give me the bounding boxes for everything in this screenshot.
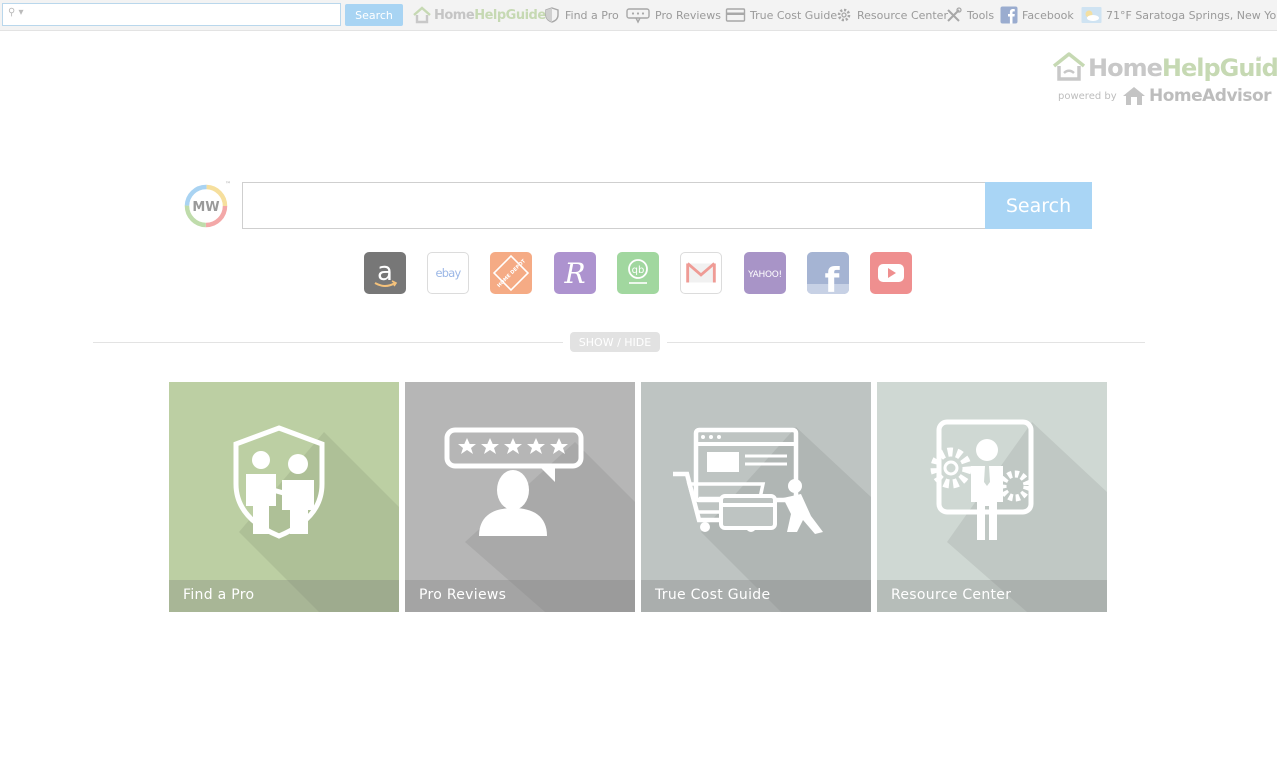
- toolbar-pro-reviews-label: Pro Reviews: [655, 8, 721, 22]
- tile-find-a-pro[interactable]: Find a Pro: [169, 382, 399, 612]
- gear-person-icon: [930, 419, 1034, 540]
- main-search-input[interactable]: [243, 183, 986, 228]
- quicklink-facebook[interactable]: f: [807, 252, 849, 294]
- gear-icon: [837, 8, 851, 22]
- homehelpguide-brand-logo[interactable]: HomeHelpGuide ™ powered by HomeAdvisor: [1052, 50, 1277, 110]
- quickbooks-icon-text: qb: [632, 265, 645, 276]
- toolbar-search-input[interactable]: [27, 6, 331, 24]
- toolbar-resource-center[interactable]: Resource Center: [835, 5, 948, 25]
- review-person-icon: [444, 427, 584, 536]
- reverb-icon-text: R: [563, 257, 585, 290]
- yahoo-icon: YAHOO!: [747, 270, 782, 280]
- facebook-icon-text: f: [825, 261, 841, 294]
- facebook-icon: [1000, 6, 1018, 24]
- toolbar-logo-home: Home: [434, 7, 475, 23]
- quicklink-amazon[interactable]: a: [364, 252, 406, 294]
- tools-icon: [947, 7, 962, 22]
- amazon-icon: a: [374, 257, 398, 287]
- divider-left: [93, 342, 563, 343]
- facebook-icon: f: [807, 261, 849, 294]
- tile-resource-center-label: Resource Center: [891, 587, 1012, 603]
- quicklink-home-depot[interactable]: HOME DEPOT: [490, 252, 532, 294]
- homeadvisor-logo: HomeAdvisor: [1122, 86, 1272, 106]
- mw-logo-text: MW: [192, 200, 219, 215]
- toolbar-resource-center-label: Resource Center: [857, 8, 948, 22]
- show-hide-button[interactable]: SHOW / HIDE: [570, 332, 660, 352]
- toolbar-weather-label: 71°F Saratoga Springs, New York: [1106, 8, 1277, 22]
- browser-toolbar: ⚲ ▾ Search HomeHelpGuide Find a Pro Pro …: [0, 0, 1277, 31]
- ebay-icon: ebay: [436, 266, 463, 280]
- house-logo-icon: [413, 6, 431, 24]
- brand-trademark: ™: [1256, 56, 1262, 63]
- tile-pro-reviews[interactable]: Pro Reviews: [405, 382, 635, 612]
- toolbar-search-box[interactable]: ⚲ ▾: [2, 3, 341, 26]
- toolbar-facebook[interactable]: Facebook: [1000, 5, 1074, 25]
- home-depot-icon: HOME DEPOT: [492, 254, 530, 292]
- tile-find-a-pro-label: Find a Pro: [183, 587, 255, 603]
- tile-true-cost-guide-label: True Cost Guide: [655, 587, 771, 603]
- toolbar-true-cost-guide[interactable]: True Cost Guide: [725, 5, 837, 25]
- toolbar-logo-text: HomeHelpGuide: [434, 8, 546, 23]
- quicklink-gmail[interactable]: [680, 252, 722, 294]
- quicklink-youtube[interactable]: [870, 252, 912, 294]
- toolbar-pro-reviews[interactable]: Pro Reviews: [625, 5, 721, 25]
- mw-trademark: ™: [225, 181, 231, 188]
- quicklink-ebay[interactable]: ebay: [427, 252, 469, 294]
- amazon-icon-text: a: [377, 257, 393, 287]
- main-search-box[interactable]: [242, 182, 986, 229]
- weather-icon: [1081, 7, 1102, 23]
- toolbar-tools[interactable]: Tools: [945, 5, 994, 25]
- mw-logo-icon: MW: [184, 184, 228, 228]
- tile-pro-reviews-label: Pro Reviews: [419, 587, 507, 603]
- toolbar-logo-helpguide: HelpGuide: [474, 7, 546, 23]
- quicklink-yahoo[interactable]: YAHOO!: [744, 252, 786, 294]
- quicklink-quickbooks[interactable]: qb: [617, 252, 659, 294]
- home-depot-icon-text: HOME DEPOT: [496, 258, 527, 289]
- toolbar-logo[interactable]: HomeHelpGuide: [412, 5, 546, 25]
- yahoo-icon-text: YAHOO!: [747, 270, 782, 280]
- toolbar-weather[interactable]: 71°F Saratoga Springs, New York: [1081, 5, 1277, 25]
- review-bubble-icon: [626, 8, 650, 24]
- reverb-icon: R: [563, 257, 585, 290]
- toolbar-tools-label: Tools: [967, 8, 995, 22]
- brand-title: HomeHelpGuide: [1088, 54, 1277, 82]
- toolbar-search-button[interactable]: Search: [345, 4, 403, 26]
- toolbar-find-a-pro-label: Find a Pro: [565, 8, 619, 22]
- toolbar-facebook-label: Facebook: [1022, 8, 1074, 22]
- main-search-button[interactable]: Search: [985, 182, 1092, 229]
- toolbar-true-cost-guide-label: True Cost Guide: [750, 8, 838, 22]
- brand-title-home: Home: [1088, 54, 1163, 82]
- card-icon: [725, 8, 746, 22]
- toolbar-find-a-pro[interactable]: Find a Pro: [543, 5, 619, 25]
- shield-people-icon: [233, 425, 325, 539]
- house-logo-icon: [1052, 52, 1086, 81]
- tile-true-cost-guide[interactable]: True Cost Guide: [641, 382, 871, 612]
- ebay-icon-text: ebay: [436, 266, 462, 280]
- divider-right: [667, 342, 1145, 343]
- tile-resource-center[interactable]: Resource Center: [877, 382, 1107, 612]
- homeadvisor-house-icon: [1123, 87, 1145, 105]
- quicklink-reverb[interactable]: R: [554, 252, 596, 294]
- shield-icon: [545, 7, 559, 23]
- youtube-icon: [878, 264, 904, 282]
- powered-by-text: powered by: [1058, 91, 1117, 102]
- search-dropdown-icon[interactable]: ⚲ ▾: [8, 7, 24, 18]
- gmail-icon: [686, 262, 716, 283]
- shopping-cart-icon: [673, 427, 823, 534]
- homeadvisor-text: HomeAdvisor: [1149, 86, 1272, 106]
- quickbooks-icon: qb: [628, 259, 648, 284]
